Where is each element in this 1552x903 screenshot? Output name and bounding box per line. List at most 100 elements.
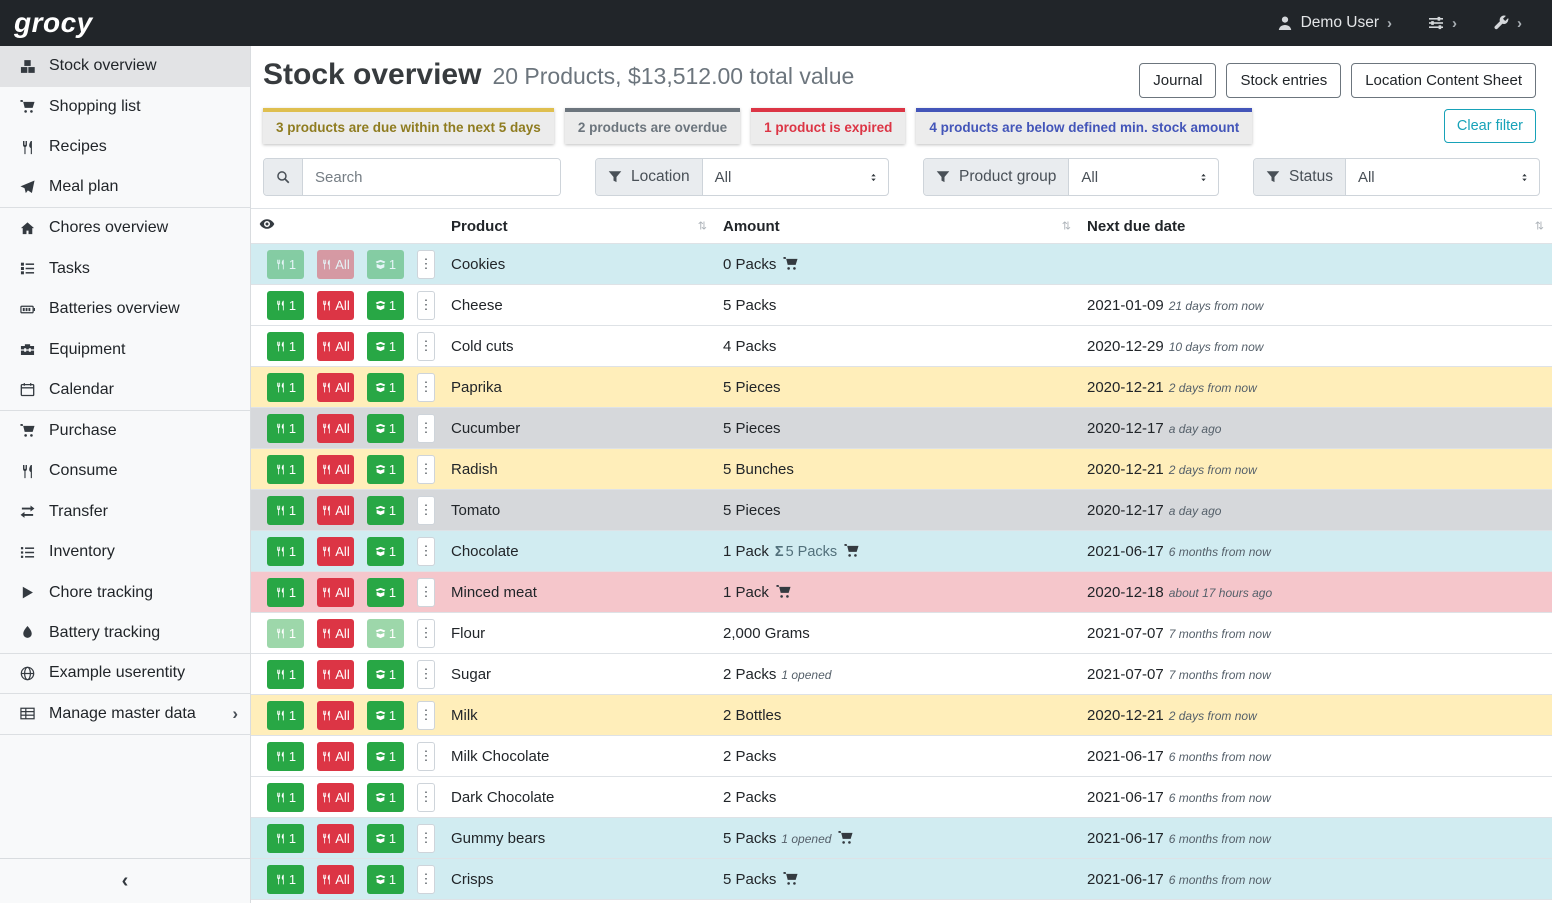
consume-all-button[interactable]: All [317,250,354,279]
row-menu-button[interactable]: ⋮ [417,332,435,361]
open-one-button[interactable]: 1 [367,824,404,853]
sidebar-item-inventory[interactable]: Inventory [0,532,250,573]
sidebar-item-recipes[interactable]: Recipes [0,127,250,168]
location-select[interactable]: All [703,159,888,195]
sidebar-item-battery-tracking[interactable]: Battery tracking [0,613,250,654]
product-group-select[interactable]: All [1069,159,1218,195]
sidebar-item-batteries-overview[interactable]: Batteries overview [0,289,250,330]
consume-one-button[interactable]: 1 [267,701,304,730]
consume-one-button[interactable]: 1 [267,455,304,484]
filter-notice-4[interactable]: 4 products are below defined min. stock … [916,108,1252,144]
open-one-button[interactable]: 1 [367,783,404,812]
sidebar-item-shopping-list[interactable]: Shopping list [0,87,250,128]
consume-one-button[interactable]: 1 [267,660,304,689]
sidebar-item-consume[interactable]: Consume [0,451,250,492]
consume-all-button[interactable]: All [317,701,354,730]
consume-one-button[interactable]: 1 [267,537,304,566]
consume-all-button[interactable]: All [317,619,354,648]
sidebar-item-tasks[interactable]: Tasks [0,249,250,290]
app-logo[interactable]: grocy [14,7,93,39]
consume-one-button[interactable]: 1 [267,332,304,361]
consume-one-button[interactable]: 1 [267,824,304,853]
row-menu-button[interactable]: ⋮ [417,701,435,730]
sidebar-item-example-userentity[interactable]: Example userentity [0,654,250,695]
sidebar-item-meal-plan[interactable]: Meal plan [0,168,250,209]
sidebar-item-stock-overview[interactable]: Stock overview [0,46,250,87]
consume-one-button[interactable]: 1 [267,619,304,648]
open-one-button[interactable]: 1 [367,578,404,607]
row-menu-button[interactable]: ⋮ [417,455,435,484]
consume-one-button[interactable]: 1 [267,373,304,402]
row-menu-button[interactable]: ⋮ [417,619,435,648]
consume-all-button[interactable]: All [317,660,354,689]
open-one-button[interactable]: 1 [367,865,404,894]
consume-all-button[interactable]: All [317,824,354,853]
sidebar-collapse-button[interactable]: ‹ [0,858,250,903]
consume-all-button[interactable]: All [317,332,354,361]
row-menu-button[interactable]: ⋮ [417,742,435,771]
sidebar-item-transfer[interactable]: Transfer [0,492,250,533]
open-one-button[interactable]: 1 [367,742,404,771]
location-content-sheet-button[interactable]: Location Content Sheet [1351,63,1536,98]
column-header-next-due-date[interactable]: Next due date⇅ [1079,209,1552,244]
column-header-product[interactable]: Product⇅ [443,209,715,244]
open-one-button[interactable]: 1 [367,373,404,402]
row-menu-button[interactable]: ⋮ [417,824,435,853]
column-visibility-toggle[interactable] [251,209,443,244]
consume-one-button[interactable]: 1 [267,414,304,443]
open-one-button[interactable]: 1 [367,291,404,320]
sidebar-item-manage-master-data[interactable]: Manage master data› [0,694,250,735]
nav-menu-wrench[interactable]: › [1493,15,1522,32]
consume-all-button[interactable]: All [317,496,354,525]
open-one-button[interactable]: 1 [367,332,404,361]
sidebar-item-equipment[interactable]: Equipment [0,330,250,371]
row-menu-button[interactable]: ⋮ [417,783,435,812]
consume-all-button[interactable]: All [317,414,354,443]
clear-filter-button[interactable]: Clear filter [1444,109,1536,143]
row-menu-button[interactable]: ⋮ [417,373,435,402]
sidebar-item-calendar[interactable]: Calendar [0,370,250,411]
consume-all-button[interactable]: All [317,742,354,771]
open-one-button[interactable]: 1 [367,660,404,689]
open-one-button[interactable]: 1 [367,414,404,443]
row-menu-button[interactable]: ⋮ [417,250,435,279]
sidebar-item-chores-overview[interactable]: Chores overview [0,208,250,249]
consume-one-button[interactable]: 1 [267,742,304,771]
consume-one-button[interactable]: 1 [267,250,304,279]
consume-one-button[interactable]: 1 [267,865,304,894]
consume-all-button[interactable]: All [317,865,354,894]
consume-all-button[interactable]: All [317,373,354,402]
filter-notice-1[interactable]: 3 products are due within the next 5 day… [263,108,554,144]
user-menu[interactable]: Demo User › [1277,14,1392,32]
row-menu-button[interactable]: ⋮ [417,578,435,607]
filter-notice-2[interactable]: 2 products are overdue [565,108,740,144]
sidebar-item-chore-tracking[interactable]: Chore tracking [0,573,250,614]
consume-one-button[interactable]: 1 [267,496,304,525]
open-one-button[interactable]: 1 [367,619,404,648]
row-menu-button[interactable]: ⋮ [417,865,435,894]
row-menu-button[interactable]: ⋮ [417,414,435,443]
stock-entries-button[interactable]: Stock entries [1226,63,1341,98]
open-one-button[interactable]: 1 [367,537,404,566]
consume-all-button[interactable]: All [317,455,354,484]
consume-one-button[interactable]: 1 [267,578,304,607]
journal-button[interactable]: Journal [1139,63,1216,98]
open-one-button[interactable]: 1 [367,455,404,484]
search-input[interactable] [303,159,560,195]
consume-one-button[interactable]: 1 [267,783,304,812]
filter-notice-3[interactable]: 1 product is expired [751,108,905,144]
consume-all-button[interactable]: All [317,578,354,607]
nav-menu-sliders[interactable]: › [1428,15,1457,32]
open-one-button[interactable]: 1 [367,701,404,730]
consume-all-button[interactable]: All [317,537,354,566]
consume-one-button[interactable]: 1 [267,291,304,320]
row-menu-button[interactable]: ⋮ [417,291,435,320]
consume-all-button[interactable]: All [317,783,354,812]
open-one-button[interactable]: 1 [367,250,404,279]
sidebar-item-purchase[interactable]: Purchase [0,411,250,452]
row-menu-button[interactable]: ⋮ [417,496,435,525]
row-menu-button[interactable]: ⋮ [417,537,435,566]
column-header-amount[interactable]: Amount⇅ [715,209,1079,244]
status-select[interactable]: All [1346,159,1539,195]
consume-all-button[interactable]: All [317,291,354,320]
